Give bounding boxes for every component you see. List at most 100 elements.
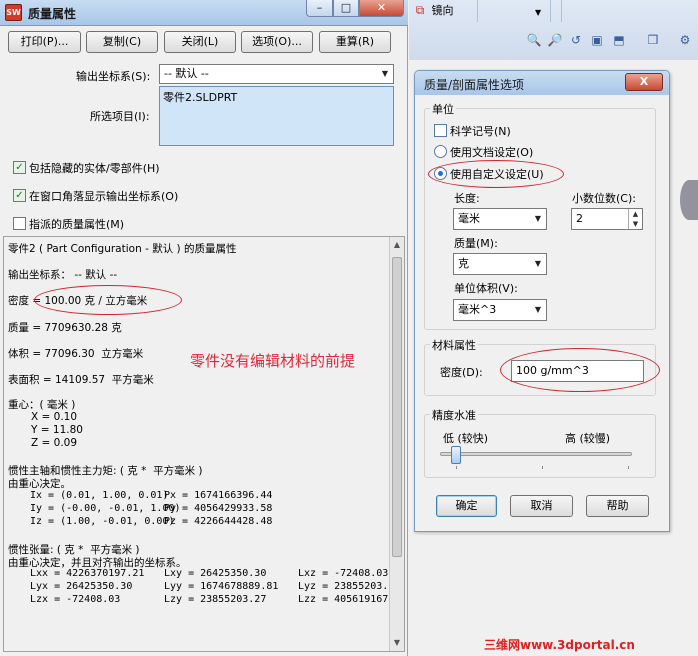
results-cog-x: X = 0.10 (31, 411, 78, 423)
zoom-area-icon[interactable]: 🔎 (547, 33, 563, 47)
annotation-text: 零件没有编辑材料的前提 (190, 352, 356, 370)
view-orientation-icon[interactable]: ⬒ (611, 33, 627, 47)
show-cs-checkbox[interactable]: ✓ (13, 189, 26, 202)
use-doc-settings-label: 使用文档设定(O) (450, 146, 534, 159)
mirror-label: 镜向 (431, 4, 454, 17)
unit-volume-dropdown[interactable]: 毫米^3 ▼ (453, 299, 547, 321)
output-cs-label: 输出坐标系(S): (76, 70, 151, 83)
results-lyx: Lyx = 26425350.30 (30, 581, 133, 592)
solidworks-app-icon: SW (5, 4, 22, 21)
accuracy-slider-thumb[interactable] (451, 446, 461, 464)
results-scrollbar[interactable]: ▲ ▼ (389, 237, 404, 651)
results-py: Py = 4056429933.58 (164, 503, 273, 514)
results-lyy: Lyy = 1674678889.81 (164, 581, 279, 592)
accuracy-group-title: 精度水准 (430, 407, 478, 423)
results-lxx: Lxx = 4226370197.21 (30, 568, 145, 579)
window-title: 质量属性 (28, 7, 77, 21)
model-edge (680, 180, 698, 220)
scientific-notation-checkbox[interactable] (434, 124, 447, 137)
copy-button[interactable]: 复制(C) (86, 31, 158, 53)
close-dialog-button[interactable]: X (625, 73, 663, 91)
previous-view-icon[interactable]: ↺ (568, 33, 584, 47)
scroll-up-icon[interactable]: ▲ (390, 237, 404, 253)
mass-unit-value: 克 (458, 257, 469, 270)
results-lxz: Lxz = -72408.03 (298, 568, 389, 579)
results-surface-area: 表面积 = 14109.57 平方毫米 (8, 374, 154, 386)
slider-tick (628, 466, 629, 469)
chevron-down-icon: ▼ (381, 69, 389, 78)
selected-items-list[interactable]: 零件2.SLDPRT (159, 86, 394, 146)
screen: SW 质量属性 – □ ✕ 打印(P)... 复制(C) 关闭(L) 选项(O)… (0, 0, 698, 656)
chevron-down-icon[interactable]: ▼ (535, 8, 541, 17)
selected-items-label: 所选项目(I): (90, 110, 150, 123)
recalculate-button[interactable]: 重算(R) (319, 31, 391, 53)
scrollbar-thumb[interactable] (392, 257, 402, 557)
decimals-spinner[interactable]: 2 ▲ ▼ (571, 208, 643, 230)
show-cs-label: 在窗口角落显示输出坐标系(O) (29, 190, 179, 203)
results-principal-sub: 由重心决定。 (8, 478, 71, 490)
accuracy-high-label: 高 (较慢) (565, 432, 611, 445)
chevron-down-icon: ▼ (534, 305, 542, 314)
density-highlight-ellipse (34, 285, 182, 315)
chevron-down-icon: ▼ (534, 214, 542, 223)
output-cs-value: -- 默认 -- (164, 67, 209, 80)
accuracy-low-label: 低 (较快) (443, 432, 489, 445)
zoom-fit-icon[interactable]: 🔍 (526, 33, 542, 47)
ok-button[interactable]: 确定 (436, 495, 497, 517)
results-volume: 体积 = 77096.30 立方毫米 (8, 348, 144, 360)
unit-volume-value: 毫米^3 (458, 303, 497, 316)
results-cog-title: 重心：( 毫米 ) (8, 399, 76, 411)
scroll-down-icon[interactable]: ▼ (390, 635, 404, 651)
results-lzx: Lzx = -72408.03 (30, 594, 121, 605)
results-iy: Iy = (-0.00, -0.01, 1.00) (30, 503, 181, 514)
display-style-icon[interactable]: ❒ (645, 33, 661, 47)
chevron-down-icon: ▼ (534, 259, 542, 268)
mirror-icon: ⧉ (415, 3, 425, 17)
results-cog-y: Y = 11.80 (31, 424, 83, 436)
results-lzy: Lzy = 23855203.27 (164, 594, 267, 605)
results-lyz: Lyz = 23855203. (298, 581, 389, 592)
material-group-title: 材料属性 (430, 337, 478, 353)
results-lxy: Lxy = 26425350.30 (164, 568, 267, 579)
hide-show-icon[interactable]: ⚙ (677, 33, 693, 47)
decimals-label: 小数位数(C): (572, 192, 636, 205)
include-hidden-checkbox[interactable]: ✓ (13, 161, 26, 174)
units-group-title: 单位 (430, 101, 456, 117)
accuracy-slider-track[interactable] (440, 452, 632, 456)
toolbar-group (561, 0, 621, 22)
options-button[interactable]: 选项(O)... (241, 31, 313, 53)
cancel-button[interactable]: 取消 (510, 495, 573, 517)
results-pz: Pz = 4226644428.48 (164, 516, 273, 527)
unit-volume-label: 单位体积(V): (454, 282, 518, 295)
spin-up-icon[interactable]: ▲ (628, 209, 642, 219)
section-view-icon[interactable]: ▣ (589, 33, 605, 47)
list-item[interactable]: 零件2.SLDPRT (163, 89, 390, 105)
output-cs-dropdown[interactable]: -- 默认 -- ▼ (159, 64, 394, 84)
mass-properties-window: SW 质量属性 – □ ✕ 打印(P)... 复制(C) 关闭(L) 选项(O)… (0, 0, 408, 656)
use-doc-settings-radio[interactable] (434, 145, 447, 158)
site-watermark: 三维网www.3dportal.cn (484, 638, 635, 652)
maximize-button[interactable]: □ (333, 0, 359, 17)
mass-properties-titlebar[interactable]: SW 质量属性 – □ ✕ (0, 0, 408, 26)
length-unit-dropdown[interactable]: 毫米 ▼ (453, 208, 547, 230)
minimize-button[interactable]: – (306, 0, 333, 17)
spin-down-icon[interactable]: ▼ (628, 219, 642, 229)
mass-unit-dropdown[interactable]: 克 ▼ (453, 253, 547, 275)
close-window-button[interactable]: ✕ (359, 0, 404, 17)
close-button[interactable]: 关闭(L) (164, 31, 236, 53)
options-title: 质量/剖面属性选项 (424, 78, 525, 92)
custom-settings-highlight-ellipse (428, 160, 564, 188)
scientific-notation-label: 科学记号(N) (450, 125, 511, 138)
results-output-cs: 输出坐标系： -- 默认 -- (8, 269, 118, 281)
mirror-button[interactable]: ⧉ 镜向 (412, 2, 454, 18)
assigned-mass-checkbox[interactable] (13, 217, 26, 230)
cad-toolbar: ⧉ 镜向 ▼ 🔍 🔎 ↺ ▣ ⬒ ❒ ⚙ (409, 0, 698, 60)
decimals-value: 2 (576, 212, 583, 225)
density-input-highlight-ellipse (500, 348, 660, 392)
options-titlebar[interactable]: 质量/剖面属性选项 X (415, 71, 669, 95)
include-hidden-label: 包括隐藏的实体/零部件(H) (29, 162, 160, 175)
print-button[interactable]: 打印(P)... (8, 31, 81, 53)
slider-tick (456, 466, 457, 469)
help-button[interactable]: 帮助 (586, 495, 649, 517)
length-unit-value: 毫米 (458, 212, 480, 225)
